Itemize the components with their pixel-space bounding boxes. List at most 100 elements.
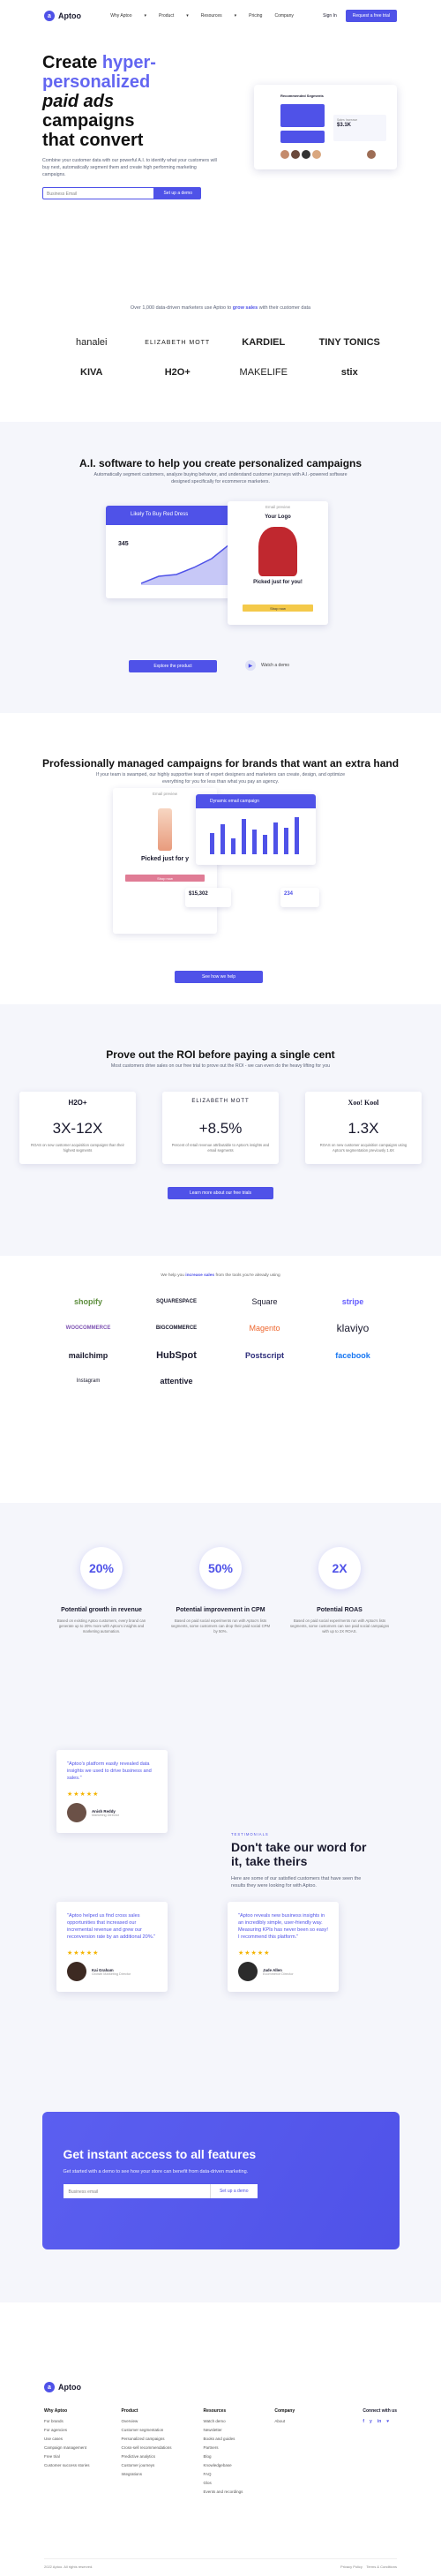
segment-card: Likely To Buy Red Dress 345 — [106, 506, 240, 598]
footer-link[interactable]: Customer segmentation — [122, 2428, 172, 2432]
footer-link[interactable]: Blog — [204, 2454, 243, 2459]
footer-col-title: Company — [274, 2408, 295, 2414]
testimonial-card: "Aptoo reveals new business insights in … — [228, 1902, 339, 1992]
business-email-input[interactable]: Business Email — [42, 187, 155, 199]
setup-demo-button[interactable]: Set up a demo — [154, 187, 201, 199]
watch-demo-link[interactable]: ▶ Watch a demo — [245, 660, 289, 671]
footer-link[interactable]: Personalized campaigns — [122, 2437, 172, 2441]
footer-link[interactable]: Integrations — [122, 2472, 172, 2476]
footer-link[interactable]: Glos — [204, 2481, 243, 2485]
author-role: Growth Marketing Director — [92, 1971, 131, 1976]
testimonials-label: TESTIMONIALS — [231, 1832, 269, 1836]
facebook-icon[interactable]: f — [363, 2419, 364, 2424]
klaviyo-logo: klaviyo — [336, 1322, 370, 1334]
footer-link[interactable]: About — [274, 2419, 295, 2423]
nav-link-company[interactable]: Company — [274, 13, 293, 19]
terms-link[interactable]: Terms & Conditions — [366, 2565, 397, 2569]
brand-logo[interactable]: a Aptoo — [44, 11, 81, 21]
avatar — [367, 150, 376, 159]
square-logo: Square — [251, 1297, 278, 1306]
avatar — [280, 150, 289, 159]
footer-col-title: Why Aptoo — [44, 2408, 68, 2414]
footer-link[interactable]: Partners — [204, 2445, 243, 2450]
testimonial-author: Jade Allen Ecommerce Director — [238, 1962, 328, 1981]
explore-product-button[interactable]: Explore the product — [129, 660, 217, 672]
footer-link[interactable]: Free trial — [44, 2454, 90, 2459]
footer-link[interactable]: Newsletter — [204, 2428, 243, 2432]
stats-section: 20% Potential growth in revenue Based on… — [0, 1503, 441, 1741]
roi-card-desc: ROAS on new customer acquisition campaig… — [31, 1142, 124, 1153]
footer-link[interactable]: Predictive analytics — [122, 2454, 172, 2459]
testimonials-subtitle: Here are some of our satisfied customers… — [231, 1876, 362, 1889]
cta-band: Get instant access to all features Get s… — [41, 2112, 400, 2249]
roi-card-desc: Percent of retail revenue attributable t… — [171, 1142, 270, 1153]
footer-link[interactable]: Customer success stories — [44, 2463, 90, 2467]
section-subtitle: Automatically segment customers, analyze… — [93, 472, 348, 484]
star-rating-icon: ★★★★★ — [67, 1950, 100, 1956]
footer-brand[interactable]: a Aptoo — [44, 2382, 81, 2392]
hero-title-part: that convert — [42, 131, 144, 150]
copyright: 2022 Aptoo. All rights reserved. — [44, 2565, 93, 2569]
privacy-link[interactable]: Privacy Policy — [340, 2565, 363, 2569]
brand-name: Aptoo — [58, 2383, 81, 2392]
cta-subtitle: Get started with a demo to see how your … — [63, 2169, 249, 2174]
twitter-icon[interactable]: y — [370, 2419, 372, 2424]
testimonials-intro: TESTIMONIALS Don't take our word for it,… — [231, 1832, 372, 1889]
footer-link[interactable]: FAQ — [204, 2472, 243, 2476]
footer-link[interactable]: Campaign management — [44, 2445, 90, 2450]
footer: a Aptoo Why Aptoo For brands For agencie… — [0, 2373, 441, 2576]
integrations-section: We help you increase sales from the tool… — [0, 1256, 441, 1503]
hero-title-italic: paid ads — [42, 92, 115, 111]
trusted-prefix: Over 1,000 data-driven marketers use Apt… — [130, 305, 233, 311]
email-preview-label: Email preview — [265, 505, 290, 509]
testimonial-author: Kai Graham Growth Marketing Director — [67, 1962, 157, 1981]
footer-link[interactable]: Books and guides — [204, 2437, 243, 2441]
see-how-we-help-button[interactable]: See how we help — [175, 971, 263, 983]
nav-link-pricing[interactable]: Pricing — [249, 13, 262, 19]
customer-logo: KIVA — [80, 367, 103, 378]
footer-link[interactable]: For brands — [44, 2419, 90, 2423]
shop-now-button[interactable]: Shop now — [243, 605, 313, 612]
legal-links: Privacy Policy Terms & Conditions — [340, 2565, 397, 2569]
chevron-down-icon: ▾ — [144, 13, 146, 19]
business-email-input[interactable]: Business email — [63, 2184, 210, 2198]
shop-now-button[interactable]: Shop now — [125, 875, 205, 882]
hubspot-logo: HubSpot — [156, 1350, 197, 1361]
hero-title-part: campaigns — [42, 111, 135, 131]
roi-card-desc: ROAS on new customer acquisition campaig… — [319, 1142, 407, 1153]
footer-link[interactable]: Events and recordings — [204, 2490, 243, 2494]
chart-value: $3.1K — [337, 123, 352, 128]
footer-link[interactable]: For agencies — [44, 2428, 90, 2432]
author-role: Ecommerce Director — [263, 1971, 294, 1976]
footer-link[interactable]: Use cases — [44, 2437, 90, 2441]
hero-title-part: Create — [42, 53, 102, 72]
magento-logo: Magento — [249, 1324, 280, 1333]
heart-icon[interactable]: ♥ — [386, 2419, 389, 2424]
footer-col-resources: Resources Watch demo Newsletter Books an… — [204, 2408, 243, 2498]
star-rating-icon: ★★★★★ — [67, 1791, 100, 1798]
footer-link[interactable]: Watch demo — [204, 2419, 243, 2423]
sign-in-link[interactable]: Sign In — [323, 13, 337, 19]
cta-form: Business email Set up a demo — [63, 2184, 258, 2198]
footer-link[interactable]: Cross-sell recommendations — [122, 2445, 172, 2450]
red-dress-image — [258, 527, 297, 576]
free-trials-button[interactable]: Learn more about our free trials — [168, 1186, 273, 1199]
connect-title: Connect with us — [363, 2408, 397, 2414]
request-trial-button[interactable]: Request a free trial — [345, 10, 397, 22]
linkedin-icon[interactable]: in — [377, 2419, 381, 2424]
ai-software-section: A.I. software to help you create persona… — [0, 422, 441, 713]
footer-link[interactable]: Overview — [122, 2419, 172, 2423]
nav-link-product[interactable]: Product — [159, 13, 174, 19]
footer-link[interactable]: Customer journeys — [122, 2463, 172, 2467]
revenue-stat: $15,302 — [185, 888, 231, 907]
campaign-chart-card: Dynamic email campaign — [196, 794, 316, 865]
stat-block: 2X Potential ROAS Based on paid social e… — [289, 1547, 390, 1741]
customer-logo: TINY TONICS — [318, 337, 380, 348]
footer-col-title: Resources — [203, 2408, 227, 2414]
nav-link-resources[interactable]: Resources — [201, 13, 222, 19]
stat-block: 50% Potential improvement in CPM Based o… — [170, 1547, 271, 1741]
footer-link[interactable]: Knowledgebase — [204, 2463, 243, 2467]
footer-col-product: Product Overview Customer segmentation P… — [122, 2408, 172, 2498]
setup-demo-button[interactable]: Set up a demo — [209, 2184, 258, 2198]
nav-link-why[interactable]: Why Aptoo — [110, 13, 131, 19]
